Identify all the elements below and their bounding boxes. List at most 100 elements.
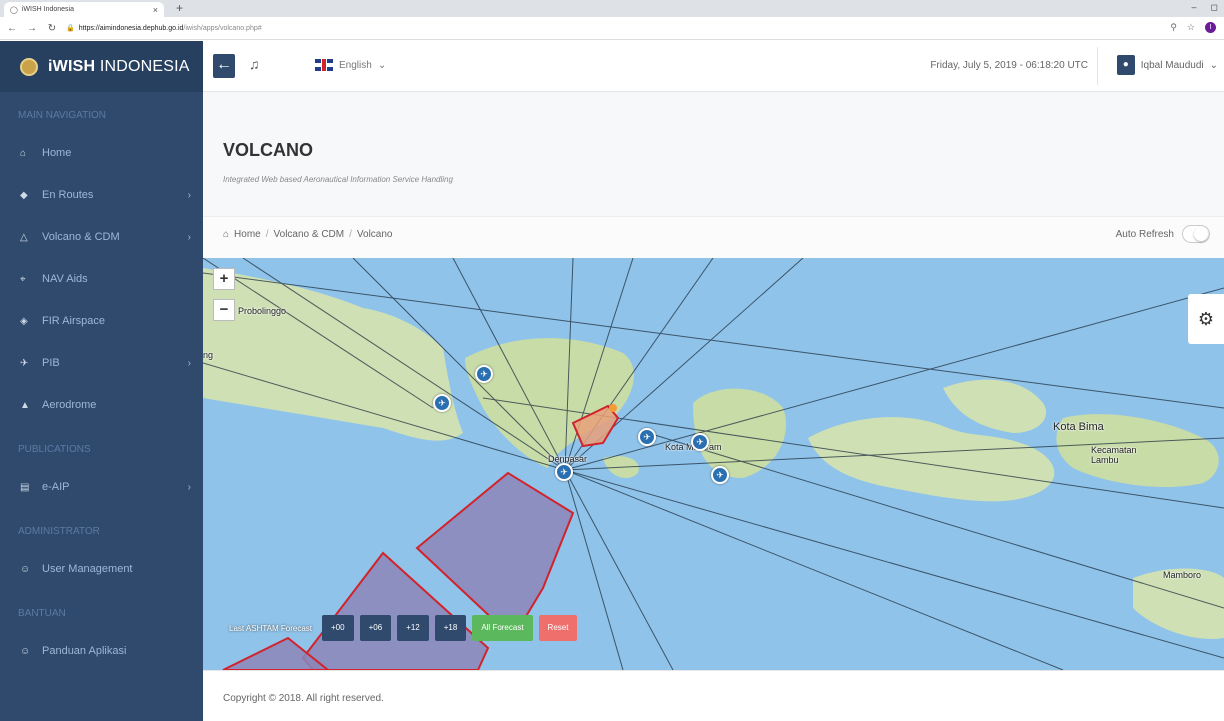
chevron-down-icon: ⌄ [377,59,387,71]
zoom-out-button[interactable]: − [213,299,235,321]
language-label: English [339,59,372,71]
user-icon: ☺ [20,563,31,575]
sidebar: iWISH INDONESIA MAIN NAVIGATION ⌂ Home ◆ En … [0,41,203,721]
restore-icon[interactable]: ◻ [1211,2,1218,13]
copyright: Copyright © 2018. All right reserved. [223,693,384,704]
auto-refresh-toggle[interactable] [1182,225,1210,243]
sidebar-item-label: FIR Airspace [42,315,105,327]
map-canvas[interactable] [203,258,1224,670]
sidebar-item-panduan-aplikasi[interactable]: ☺ Panduan Aplikasi [0,630,203,672]
sumbawa-east-island [943,379,1047,433]
place-label: Denpasar [548,454,588,464]
sidebar-item-home[interactable]: ⌂ Home [0,132,203,174]
brand[interactable]: iWISH INDONESIA [0,41,203,92]
user-icon: ☺ [20,645,31,657]
url-path: /iwish/apps/volcano.php# [183,24,262,32]
forecast-12-button[interactable]: +12 [397,615,429,641]
auto-refresh: Auto Refresh [1116,225,1210,243]
sidebar-item-e-aip[interactable]: ▤ e-AIP › [0,466,203,508]
uk-flag-icon [315,59,333,71]
breadcrumb-home[interactable]: Home [234,229,261,240]
sidebar-item-nav-aids[interactable]: ⌖ NAV Aids [0,258,203,300]
url-host: https://aimindonesia.dephub.go.id [78,24,184,32]
sidebar-item-label: Volcano & CDM [42,231,120,243]
nav-section-header: BANTUAN [18,608,66,619]
sidebar-nav: MAIN NAVIGATION ⌂ Home ◆ En Routes › △ Volcano … [0,92,203,672]
forecast-06-button[interactable]: +06 [359,615,392,641]
diamond-icon: ◆ [20,189,28,201]
document-icon: ▤ [20,481,30,493]
new-tab-button[interactable]: + [176,1,183,15]
minimize-icon[interactable]: – [1192,2,1197,13]
back-arrow-icon[interactable]: ← [4,23,20,34]
language-dropdown[interactable]: English ⌄ [315,59,386,71]
browser-tab-title: iWISH Indonesia [21,6,74,13]
sidebar-item-fir-airspace[interactable]: ◈ FIR Airspace [0,300,203,342]
breadcrumb-volcano-cdm[interactable]: Volcano & CDM [274,229,345,240]
sidebar-item-user-management[interactable]: ☺ User Management [0,548,203,590]
location-pin-icon: ⌖ [20,273,26,285]
logo-icon [20,57,38,76]
footer: Copyright © 2018. All right reserved. [203,670,1224,721]
breadcrumb-bar: ⌂ Home / Volcano & CDM / Volcano Auto Re… [203,216,1224,258]
page-subtitle: Integrated Web based Aeronautical Inform… [223,175,453,184]
place-label: Probolinggo [238,306,287,316]
reload-icon[interactable]: ↻ [44,23,60,34]
home-icon[interactable]: ⌂ [223,229,229,240]
page-title: VOLCANO [223,140,313,160]
sidebar-item-en-routes[interactable]: ◆ En Routes › [0,174,203,216]
aerodrome-icon: ▲ [20,399,30,411]
address-bar-actions: ⚲ ☆ I [1170,22,1216,33]
forecast-controls: Last ASHTAM Forecast +00 +06 +12 +18 All… [229,615,578,641]
reset-button[interactable]: Reset [538,615,578,641]
lombok-island [693,388,787,478]
chevron-down-icon: ⌄ [1209,59,1218,71]
sidebar-item-label: NAV Aids [42,273,88,285]
airport-pin-icon[interactable]: ✈ [638,428,656,446]
auto-refresh-label: Auto Refresh [1115,228,1174,240]
close-icon[interactable]: × [153,5,158,15]
all-forecast-button[interactable]: All Forecast [472,615,533,641]
nav-section-header: MAIN NAVIGATION [18,110,106,121]
airport-pin-icon[interactable]: ✈ [711,466,729,484]
browser-tab-bar: ◯ iWISH Indonesia × + – ◻ [0,0,1224,17]
chevron-right-icon: › [187,481,191,493]
sidebar-item-pib[interactable]: ✈ PIB › [0,342,203,384]
browser-tab[interactable]: ◯ iWISH Indonesia × [4,2,164,17]
forecast-00-button[interactable]: +00 [322,615,354,641]
sidebar-item-label: PIB [42,357,60,369]
zoom-icon[interactable]: ⚲ [1170,22,1177,33]
home-icon: ⌂ [20,147,27,159]
airport-pin-icon[interactable]: ✈ [475,365,493,383]
bookmark-star-icon[interactable]: ☆ [1187,22,1195,33]
bell-icon[interactable]: ♫ [249,56,260,72]
profile-avatar[interactable]: I [1205,22,1216,33]
sidebar-toggle-button[interactable]: ← [213,54,235,78]
airport-pin-icon[interactable]: ✈ [555,463,573,481]
gear-icon[interactable]: ⚙ [1188,294,1224,344]
place-label: Kecamatan Lambu [1091,445,1137,465]
airport-pin-icon[interactable]: ✈ [691,433,709,451]
user-menu[interactable]: ● Iqbal Maududi ⌄ [1116,55,1218,75]
sidebar-item-aerodrome[interactable]: ▲ Aerodrome [0,384,203,426]
java-island [203,268,463,441]
chevron-right-icon: › [187,357,191,369]
zoom-in-button[interactable]: + [213,268,235,290]
user-name: Iqbal Maududi [1140,59,1204,71]
url-field[interactable]: 🔒 https://aimindonesia.dephub.go.id/iwis… [66,24,262,33]
forecast-18-button[interactable]: +18 [434,615,467,641]
place-label: ng [203,350,214,360]
globe-icon: ◯ [10,6,18,14]
layers-icon: ◈ [20,315,28,327]
sidebar-item-volcano-cdm[interactable]: △ Volcano & CDM › [0,216,203,258]
chevron-right-icon: › [187,231,191,243]
airport-pin-icon[interactable]: ✈ [433,394,451,412]
sidebar-item-label: Home [42,147,72,159]
sidebar-item-label: Aerodrome [42,399,97,411]
window-controls: – ◻ [1192,2,1219,13]
volcano-map[interactable]: + − ⚙ Probolinggo ng Denpasar Kota Matar… [203,258,1224,670]
nav-section-header: ADMINISTRATOR [18,526,100,537]
brand-name: iWISH INDONESIA [48,57,190,75]
forward-arrow-icon[interactable]: → [24,23,40,34]
place-label: Mamboro [1163,570,1202,580]
